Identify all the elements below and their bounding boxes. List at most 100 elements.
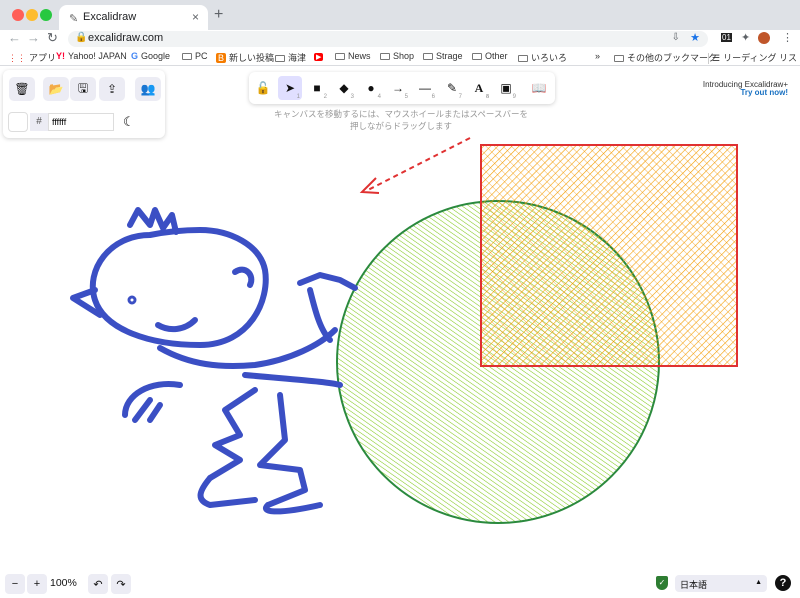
cursor-icon: ➤: [284, 81, 296, 95]
blogger-icon: B: [216, 53, 227, 63]
tool-library[interactable]: 📖: [527, 76, 551, 100]
open-button[interactable]: 📂: [43, 77, 69, 101]
menu-kebab-icon[interactable]: ⋮: [782, 31, 793, 44]
users-icon: 👥: [140, 82, 156, 96]
figure-body-top: [157, 327, 338, 370]
save-file-icon: 🖫: [77, 80, 89, 95]
figure-fingers: [132, 397, 163, 423]
redo-icon: ↷: [116, 578, 126, 591]
extension-badge[interactable]: 01: [721, 33, 732, 42]
extensions-puzzle-icon[interactable]: ✦: [741, 31, 750, 44]
background-color-input[interactable]: [48, 113, 114, 131]
figure-hair: [127, 207, 179, 235]
lock-open-icon: 🔓: [255, 81, 271, 95]
close-window-button[interactable]: [12, 9, 24, 21]
bookmarks-more-button[interactable]: »: [595, 51, 600, 61]
dashed-arrow-line[interactable]: [367, 137, 471, 191]
tool-draw[interactable]: ✎ 7: [440, 76, 464, 100]
minimize-window-button[interactable]: [26, 9, 38, 21]
save-button[interactable]: 🖫: [70, 77, 96, 101]
zoom-in-button[interactable]: +: [27, 574, 47, 594]
browser-tab-strip: ✎ Excalidraw × +: [0, 0, 800, 30]
help-button[interactable]: ?: [775, 575, 791, 591]
bookmark-shop[interactable]: Shop: [380, 51, 414, 61]
language-select[interactable]: 日本語 ▲: [675, 575, 767, 592]
bookmark-youtube[interactable]: ▶: [314, 51, 326, 61]
close-tab-icon[interactable]: ×: [192, 10, 199, 24]
minus-icon: −: [11, 578, 19, 590]
menu-panel: 🗑 📂 🖫 ⇪ 👥 # ☾: [3, 70, 165, 138]
shapes-toolbar: 🔓 ➤ 1 ■ 2 ◆ 3 ● 4 → 5 —6 ✎ 7 A8 ▣ 9 📖: [249, 72, 555, 104]
bookmarks-bar: ⋮⋮ アプリ Y! Yahoo! JAPAN G Google PC B 新しい投稿 海…: [0, 48, 800, 66]
tool-arrow[interactable]: → 5: [386, 76, 410, 100]
bookmark-news[interactable]: News: [335, 51, 371, 61]
browser-tab[interactable]: ✎ Excalidraw ×: [59, 5, 208, 30]
trash-icon: 🗑: [14, 82, 30, 96]
tool-line[interactable]: —6: [413, 76, 437, 100]
folder-icon: [335, 53, 345, 60]
install-icon[interactable]: ⇩: [672, 32, 680, 43]
bookmark-pc[interactable]: PC: [182, 51, 208, 61]
reload-icon[interactable]: ↻: [47, 30, 58, 46]
reading-list-button[interactable]: ☰ リーディング リスト: [708, 51, 800, 64]
folder-icon: [423, 53, 433, 60]
bookmark-apps[interactable]: ⋮⋮ アプリ: [8, 51, 56, 64]
zoom-out-button[interactable]: −: [5, 574, 25, 594]
library-book-icon: 📖: [531, 81, 547, 95]
bookmark-iroiro[interactable]: いろいろ: [518, 51, 567, 64]
promo-link[interactable]: Try out now!: [700, 88, 788, 97]
tool-image[interactable]: ▣ 9: [494, 76, 518, 100]
new-tab-button[interactable]: +: [214, 6, 223, 24]
back-icon[interactable]: ←: [8, 30, 21, 45]
bookmark-other-bookmarks[interactable]: その他のブックマーク: [614, 51, 717, 64]
youtube-icon: ▶: [314, 53, 324, 61]
figure-mouth: [155, 317, 198, 333]
line-icon: —: [419, 81, 431, 95]
bookmark-yahoo[interactable]: Y! Yahoo! JAPAN: [56, 51, 127, 61]
tool-lock[interactable]: 🔓: [251, 76, 275, 100]
redo-button[interactable]: ↷: [111, 574, 131, 594]
language-value: 日本語: [680, 580, 708, 590]
bookmark-other[interactable]: Other: [472, 51, 508, 61]
url-text: excalidraw.com: [88, 32, 164, 44]
reading-list-icon: ☰: [708, 53, 720, 64]
tool-ellipse[interactable]: ● 4: [359, 76, 383, 100]
orange-rectangle-crosshatch: [481, 145, 737, 366]
background-color-swatch[interactable]: [8, 112, 28, 132]
address-bar[interactable]: 🔒 excalidraw.com ⇩ ★: [68, 31, 708, 47]
drawing-canvas[interactable]: [0, 66, 800, 598]
bookmark-google[interactable]: G Google: [131, 51, 170, 61]
bookmark-strage[interactable]: Strage: [423, 51, 463, 61]
folder-icon: [614, 55, 624, 62]
tool-selection[interactable]: ➤ 1: [278, 76, 302, 100]
bookmark-star-icon[interactable]: ★: [690, 31, 700, 44]
figure-hand: [297, 272, 358, 291]
maximize-window-button[interactable]: [40, 9, 52, 21]
figure-foot-left: [197, 475, 258, 508]
profile-avatar[interactable]: [758, 32, 770, 44]
zoom-value[interactable]: 100%: [50, 577, 77, 589]
figure-ear: [232, 266, 255, 288]
tool-text[interactable]: A8: [467, 76, 491, 101]
forward-icon[interactable]: →: [27, 30, 40, 45]
folder-icon: [518, 55, 528, 62]
encryption-shield-icon[interactable]: ✓: [656, 576, 668, 590]
tool-rectangle[interactable]: ■ 2: [305, 76, 329, 100]
yahoo-icon: Y!: [56, 51, 65, 61]
clear-canvas-button[interactable]: 🗑: [9, 77, 35, 101]
moon-icon[interactable]: ☾: [123, 114, 135, 130]
undo-button[interactable]: ↶: [88, 574, 108, 594]
text-icon: A: [474, 80, 484, 95]
figure-leg-left: [207, 387, 258, 481]
export-button[interactable]: ⇪: [99, 77, 125, 101]
excalidraw-favicon-icon: ✎: [69, 13, 79, 25]
bookmark-new-post[interactable]: B 新しい投稿: [216, 51, 274, 64]
blue-figure-drawing[interactable]: [70, 207, 358, 515]
tool-diamond[interactable]: ◆ 3: [332, 76, 356, 100]
folder-open-icon: 📂: [48, 82, 64, 96]
collaborate-button[interactable]: 👥: [135, 77, 161, 101]
undo-icon: ↶: [93, 578, 103, 591]
apps-grid-icon: ⋮⋮: [8, 53, 26, 63]
plus-icon: +: [33, 578, 41, 590]
bookmark-kaizu[interactable]: 海津: [275, 51, 306, 64]
